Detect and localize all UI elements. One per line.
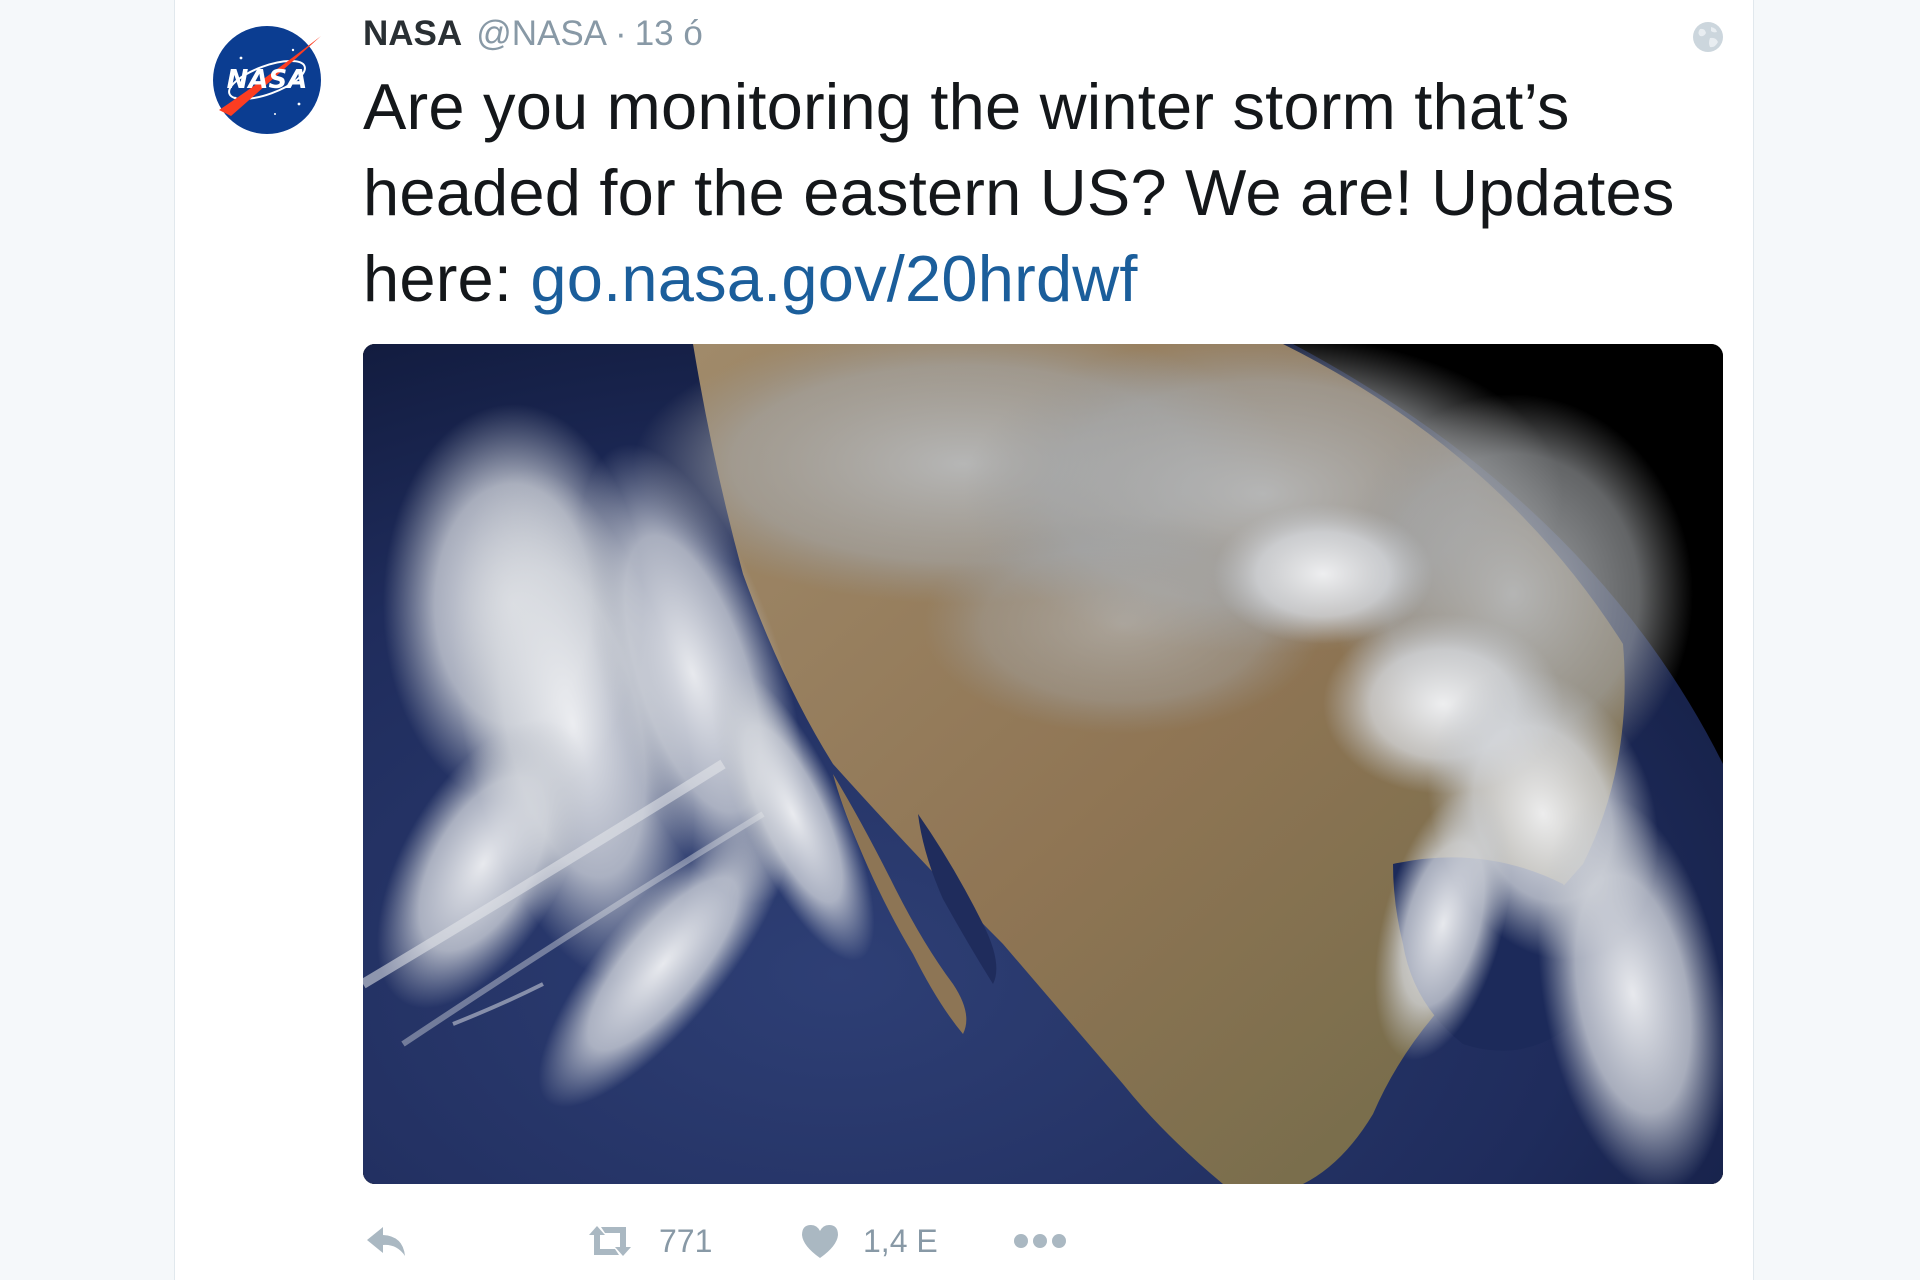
more-button[interactable] bbox=[1013, 1216, 1067, 1266]
author-handle[interactable]: @NASA bbox=[476, 14, 607, 54]
heart-icon bbox=[802, 1225, 838, 1258]
globe-icon bbox=[1691, 20, 1725, 54]
tweet-card: NASA NASA @NASA · 13 ó Are you monitorin… bbox=[174, 0, 1754, 1280]
header-separator: · bbox=[615, 14, 627, 53]
like-count: 1,4 E bbox=[863, 1222, 938, 1259]
nasa-logo-icon: NASA bbox=[213, 26, 321, 134]
tweet-actions: 771 1,4 E bbox=[363, 1216, 1723, 1266]
retweet-icon bbox=[589, 1226, 631, 1256]
more-dots-icon bbox=[1014, 1234, 1066, 1248]
tweet-link[interactable]: go.nasa.gov/20hrdwf bbox=[530, 242, 1137, 315]
retweet-button[interactable]: 771 bbox=[583, 1216, 712, 1266]
tweet-timestamp[interactable]: 13 ó bbox=[635, 14, 703, 54]
avatar[interactable]: NASA bbox=[211, 24, 323, 136]
tweet-media-image[interactable] bbox=[363, 344, 1723, 1184]
retweet-count: 771 bbox=[659, 1222, 713, 1259]
like-button[interactable]: 1,4 E bbox=[799, 1216, 938, 1266]
svg-text:NASA: NASA bbox=[227, 65, 308, 95]
author-name[interactable]: NASA bbox=[363, 14, 462, 54]
reply-button[interactable] bbox=[363, 1216, 409, 1266]
tweet-text: Are you monitoring the winter storm that… bbox=[363, 64, 1723, 322]
reply-icon bbox=[367, 1227, 405, 1256]
tweet-header: NASA @NASA · 13 ó bbox=[363, 14, 703, 58]
